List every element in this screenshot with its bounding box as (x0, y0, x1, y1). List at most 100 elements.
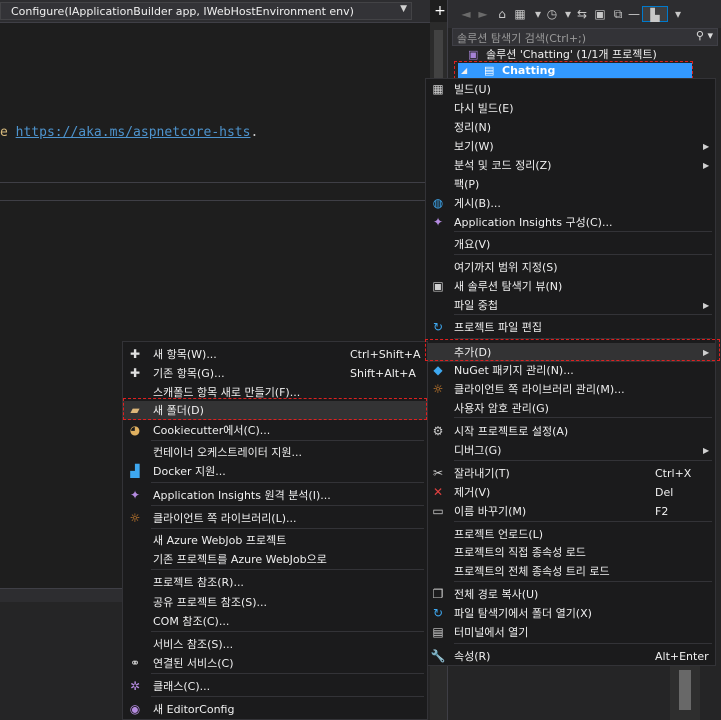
menu-item[interactable]: 프로젝트 참조(R)... (123, 573, 427, 592)
menu-item-label: 새 폴더(D) (153, 404, 204, 417)
menu-item[interactable]: ☼ 클라이언트 쪽 라이브러리(L)... (123, 509, 427, 528)
menu-item-label: 프로젝트의 전체 종속성 트리 로드 (454, 565, 610, 578)
menu-item[interactable]: 디버그(G) ▶ (426, 441, 715, 460)
menu-item-shortcut: Alt+Enter (655, 650, 709, 663)
menu-item[interactable]: ▭ 이름 바꾸기(M) F2 (426, 502, 715, 521)
menu-item[interactable]: ✦ Application Insights 구성(C)... (426, 213, 715, 232)
menu-item[interactable]: ◍ 게시(B)... (426, 194, 715, 213)
split-editor-button[interactable]: + (433, 3, 447, 19)
edit-project-icon: ↻ (432, 320, 444, 334)
sync-icon[interactable]: ⇆ (574, 6, 590, 22)
menu-item[interactable]: 서비스 참조(S)... (123, 635, 427, 654)
menu-item[interactable]: ▦ 빌드(U) (426, 80, 715, 99)
menu-item[interactable]: 새 Azure WebJob 프로젝트 (123, 531, 427, 550)
menu-item[interactable]: 정리(N) (426, 118, 715, 137)
menu-item[interactable]: ▟ Docker 지원... (123, 462, 427, 481)
search-icon[interactable]: ⚲ ▾ (696, 29, 713, 42)
menu-item[interactable]: ▣ 새 솔루션 탐색기 뷰(N) (426, 277, 715, 296)
menu-item[interactable]: ✕ 제거(V) Del (426, 483, 715, 502)
menu-separator (151, 440, 424, 441)
menu-item[interactable]: ◆ NuGet 패키지 관리(N)... (426, 361, 715, 380)
menu-item[interactable]: 파일 중첩 ▶ (426, 296, 715, 315)
menu-item[interactable]: ◉ 새 EditorConfig (123, 700, 427, 719)
menu-item[interactable]: 프로젝트의 전체 종속성 트리 로드 (426, 562, 715, 581)
back-icon[interactable]: ◄ (458, 6, 474, 22)
member-dropdown[interactable]: Configure(IApplicationBuilder app, IWebH… (0, 2, 412, 20)
app-insights-icon: ✦ (432, 215, 444, 229)
forward-icon[interactable]: ► (475, 6, 491, 22)
menu-item[interactable]: 보기(W) ▶ (426, 137, 715, 156)
menu-item-shortcut: Shift+Alt+A (350, 367, 416, 380)
home-icon[interactable]: ⌂ (494, 6, 510, 22)
menu-item[interactable]: ◕ Cookiecutter에서(C)... (123, 421, 427, 440)
menu-item[interactable]: ▤ 터미널에서 열기 (426, 623, 715, 642)
menu-item[interactable]: 프로젝트의 직접 종속성 로드 (426, 543, 715, 562)
copy-icon: ❐ (432, 587, 444, 601)
tree-item-solution[interactable]: ▣ 솔루션 'Chatting' (1/1개 프로젝트) (448, 47, 721, 63)
menu-item-label: 클라이언트 쪽 라이브러리(L)... (153, 512, 297, 525)
scissors-icon: ✂ (432, 466, 444, 480)
menu-item[interactable]: 팩(P) (426, 175, 715, 194)
expand-arrow-icon[interactable]: ◢ (461, 63, 467, 79)
menu-separator (151, 696, 424, 697)
menu-item[interactable]: 여기까지 범위 지정(S) (426, 258, 715, 277)
menu-item-label: 잘라내기(T) (454, 467, 510, 480)
menu-item[interactable]: ▰ 새 폴더(D) (123, 401, 427, 420)
menu-separator (151, 528, 424, 529)
menu-item[interactable]: ↻ 파일 탐색기에서 폴더 열기(X) (426, 604, 715, 623)
menu-item[interactable]: 다시 빌드(E) (426, 99, 715, 118)
preview-icon[interactable]: — (626, 6, 642, 22)
project-context-menu: ▦ 빌드(U) 다시 빌드(E) 정리(N) 보기(W) ▶ 분석 및 코드 정리(Z) ▶ 팩… (425, 78, 716, 666)
menu-separator (454, 581, 712, 582)
submenu-arrow-icon: ▶ (703, 142, 710, 151)
code-url-link[interactable]: https://aka.ms/aspnetcore-hsts (16, 125, 251, 140)
menu-item[interactable]: ↻ 프로젝트 파일 편집 (426, 318, 715, 337)
menu-item[interactable]: ⚙ 시작 프로젝트로 설정(A) (426, 422, 715, 441)
solutions-views-icon[interactable]: ▦ (512, 6, 528, 22)
menu-item[interactable]: ✚ 기존 항목(G)... Shift+Alt+A (123, 364, 427, 383)
new-item-icon: ✚ (129, 347, 141, 361)
scrollbar-thumb[interactable] (679, 670, 691, 710)
menu-item[interactable]: ⚭ 연결된 서비스(C) (123, 654, 427, 673)
solution-explorer-search[interactable]: 솔루션 탐색기 검색(Ctrl+;) ⚲ ▾ (452, 28, 718, 46)
menu-item[interactable]: 공유 프로젝트 참조(S)... (123, 593, 427, 612)
menu-item-label: 제거(V) (454, 486, 491, 499)
menu-item[interactable]: COM 참조(C)... (123, 612, 427, 631)
tree-item-project[interactable]: ◢ ▤ Chatting (458, 63, 692, 79)
pending-changes-filter-icon[interactable]: ◷ (544, 6, 560, 22)
menu-item-label: 분석 및 코드 정리(Z) (454, 159, 552, 172)
menu-item[interactable]: 스캐폴드 항목 새로 만들기(F)... (123, 383, 427, 402)
menu-item[interactable]: 사용자 암호 관리(G) (426, 399, 715, 418)
menu-item[interactable]: ✂ 잘라내기(T) Ctrl+X (426, 464, 715, 483)
menu-item[interactable]: ❐ 전체 경로 복사(U) (426, 585, 715, 604)
menu-item-shortcut: Ctrl+X (655, 467, 692, 480)
submenu-arrow-icon: ▶ (703, 446, 710, 455)
menu-item-label: 클래스(C)... (153, 680, 211, 693)
menu-item-label: 프로젝트 참조(R)... (153, 576, 244, 589)
menu-item-label: 스캐폴드 항목 새로 만들기(F)... (153, 386, 301, 399)
properties-icon[interactable]: ▙ (642, 6, 668, 22)
menu-item[interactable]: 🔧 속성(R) Alt+Enter (426, 647, 715, 666)
menu-item[interactable]: 분석 및 코드 정리(Z) ▶ (426, 156, 715, 175)
menu-item[interactable]: ✲ 클래스(C)... (123, 677, 427, 696)
menu-item[interactable]: 컨테이너 오케스트레이터 지원... (123, 443, 427, 462)
menu-item[interactable]: 추가(D) ▶ (426, 343, 715, 362)
submenu-arrow-icon: ▶ (703, 348, 710, 357)
collapse-all-icon[interactable]: ▣ (592, 6, 608, 22)
menu-item-label: 새 Azure WebJob 프로젝트 (153, 534, 287, 547)
menu-item[interactable]: ✚ 새 항목(W)... Ctrl+Shift+A (123, 345, 427, 364)
gear-icon: ⚙ (432, 424, 444, 438)
menu-item-shortcut: Ctrl+Shift+A (350, 348, 421, 361)
menu-item[interactable]: ☼ 클라이언트 쪽 라이브러리 관리(M)... (426, 380, 715, 399)
menu-separator (151, 569, 424, 570)
show-all-files-icon[interactable]: ⧉ (610, 6, 626, 22)
menu-item-label: Application Insights 구성(C)... (454, 216, 613, 229)
chevron-down-icon[interactable]: ▾ (670, 6, 686, 22)
menu-item[interactable]: 프로젝트 언로드(L) (426, 525, 715, 544)
terminal-icon: ▤ (432, 625, 444, 639)
menu-item[interactable]: 기존 프로젝트를 Azure WebJob으로 (123, 550, 427, 569)
connected-services-icon: ⚭ (129, 656, 141, 670)
menu-item[interactable]: 개요(V) (426, 235, 715, 254)
menu-item-label: 파일 탐색기에서 폴더 열기(X) (454, 607, 592, 620)
menu-item[interactable]: ✦ Application Insights 원격 분석(I)... (123, 486, 427, 505)
